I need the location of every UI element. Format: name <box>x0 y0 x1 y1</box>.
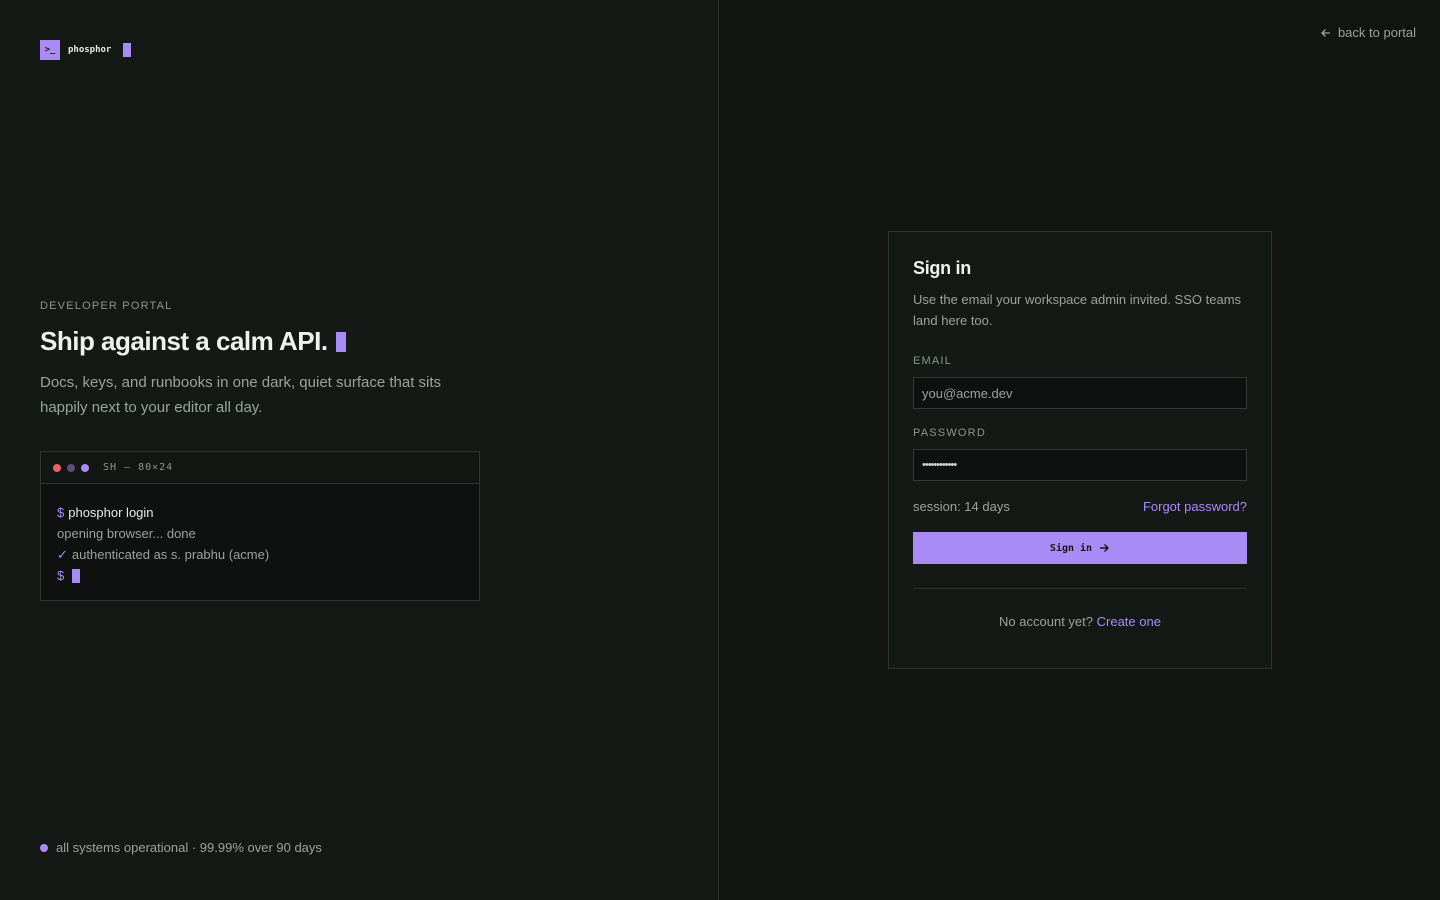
hero-headline: Ship against a calm API. <box>40 326 346 357</box>
hero-headline-text: Ship against a calm API. <box>40 326 328 356</box>
terminal-icon: >_ <box>40 40 60 60</box>
left-panel: >_ phosphor DEVELOPER PORTAL Ship agains… <box>0 0 719 900</box>
window-dot-violet <box>81 463 89 472</box>
status-dot-icon <box>40 843 48 852</box>
signin-button-label: Sign in <box>1049 542 1093 554</box>
signin-options: session: 14 days Forgot password? <box>913 499 1247 514</box>
signin-button[interactable]: Sign in <box>913 532 1247 564</box>
password-input[interactable] <box>913 449 1247 481</box>
arrow-right-icon <box>1100 544 1110 552</box>
brand-name: phosphor <box>68 45 112 55</box>
window-dot-red <box>53 463 61 472</box>
back-to-portal-link[interactable]: back to portal <box>1320 25 1416 40</box>
terminal-line: $ phosphor login <box>57 502 463 523</box>
terminal-window: SH — 80×24 $ phosphor login opening brow… <box>40 451 480 601</box>
hero-eyebrow: DEVELOPER PORTAL <box>40 300 173 312</box>
signin-card: Sign in Use the email your workspace adm… <box>888 231 1272 669</box>
terminal-line: ✓ authenticated as s. prabhu (acme) <box>57 544 463 565</box>
terminal-titlebar: SH — 80×24 <box>41 452 479 484</box>
email-label: EMAIL <box>913 355 953 367</box>
status-text: all systems operational · 99.99% over 90… <box>56 840 322 855</box>
back-label: back to portal <box>1337 25 1416 40</box>
terminal-title: SH — 80×24 <box>103 462 174 473</box>
cursor-block <box>123 43 132 57</box>
status-indicator[interactable]: all systems operational · 99.99% over 90… <box>40 840 322 855</box>
cursor-block <box>72 568 81 583</box>
terminal-command: phosphor login <box>68 505 154 520</box>
cursor-block <box>335 331 346 352</box>
session-duration: session: 14 days <box>913 499 1010 514</box>
prompt-symbol: $ <box>57 568 65 583</box>
terminal-output: opening browser... done <box>57 526 196 541</box>
terminal-line: opening browser... done <box>57 523 463 544</box>
terminal-body: $ phosphor login opening browser... done… <box>41 484 479 586</box>
terminal-line: $ <box>57 565 463 586</box>
no-account-text: No account yet? <box>999 614 1093 629</box>
password-label: PASSWORD <box>913 427 986 439</box>
signin-subtitle: Use the email your workspace admin invit… <box>913 292 1242 328</box>
right-panel: back to portal Sign in Use the email you… <box>720 0 1440 900</box>
logo[interactable]: >_ phosphor <box>40 40 132 60</box>
hero-lede: Docs, keys, and runbooks in one dark, qu… <box>40 374 442 416</box>
prompt-symbol: $ <box>57 505 65 520</box>
window-dot-grey <box>67 463 75 472</box>
create-account-link[interactable]: Create one <box>1097 614 1161 629</box>
check-icon: ✓ <box>57 547 68 562</box>
signin-title: Sign in <box>913 258 971 278</box>
forgot-password-link[interactable]: Forgot password? <box>1143 499 1247 514</box>
arrow-left-icon <box>1321 28 1330 37</box>
email-input[interactable] <box>913 377 1247 409</box>
create-account-prompt: No account yet? Create one <box>913 614 1247 629</box>
terminal-auth: authenticated as s. prabhu (acme) <box>71 547 270 562</box>
card-divider <box>913 588 1247 589</box>
